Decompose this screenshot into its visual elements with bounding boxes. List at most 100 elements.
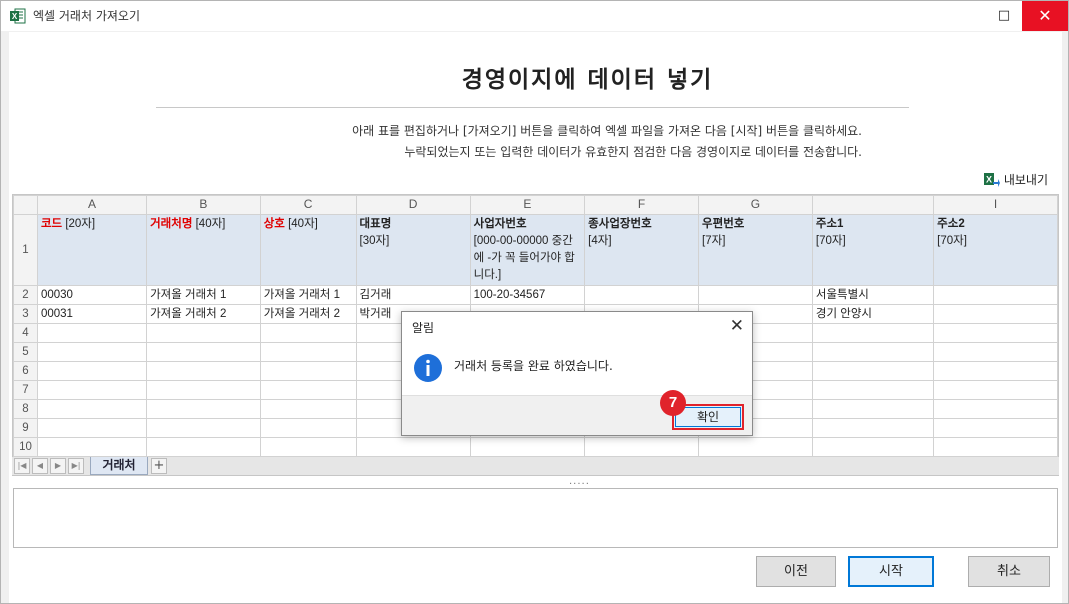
table-cell[interactable] <box>469 437 586 457</box>
column-header[interactable]: A <box>36 195 148 215</box>
row-header[interactable]: 8 <box>13 399 38 419</box>
table-cell[interactable] <box>146 437 261 457</box>
table-cell[interactable] <box>933 418 1058 438</box>
table-cell[interactable] <box>259 380 357 400</box>
table-cell[interactable] <box>584 285 700 305</box>
start-button[interactable]: 시작 <box>848 556 934 587</box>
row-header[interactable]: 3 <box>13 304 38 324</box>
column-header[interactable]: C <box>259 195 357 215</box>
sheet-tab-customers[interactable]: 거래처 <box>90 457 148 475</box>
cancel-button[interactable]: 취소 <box>968 556 1050 587</box>
table-cell[interactable] <box>933 380 1058 400</box>
table-cell[interactable] <box>811 342 935 362</box>
dialog-close-icon[interactable]: ✕ <box>730 316 744 336</box>
table-cell[interactable] <box>146 342 261 362</box>
table-cell[interactable] <box>811 399 935 419</box>
column-header[interactable]: G <box>698 195 813 215</box>
table-cell[interactable] <box>36 418 148 438</box>
add-sheet-button[interactable]: + <box>151 458 167 474</box>
table-cell[interactable]: 00030 <box>36 285 148 305</box>
table-cell[interactable] <box>811 361 935 381</box>
prev-button[interactable]: 이전 <box>756 556 836 587</box>
table-cell[interactable]: 00031 <box>36 304 148 324</box>
table-cell[interactable] <box>933 437 1058 457</box>
row-header[interactable]: 9 <box>13 418 38 438</box>
table-cell[interactable] <box>146 380 261 400</box>
column-header[interactable]: F <box>584 195 700 215</box>
table-cell[interactable]: 가져올 거래처 1 <box>146 285 261 305</box>
table-cell[interactable] <box>36 399 148 419</box>
table-cell[interactable] <box>811 437 935 457</box>
table-cell[interactable] <box>698 437 813 457</box>
column-header[interactable]: I <box>933 195 1058 215</box>
table-cell[interactable] <box>36 323 148 343</box>
table-cell[interactable] <box>933 399 1058 419</box>
column-header[interactable] <box>811 195 935 215</box>
table-cell[interactable]: 100-20-34567 <box>469 285 586 305</box>
table-cell[interactable]: 가져올 거래처 2 <box>146 304 261 324</box>
last-sheet-icon[interactable]: ▶| <box>68 458 84 474</box>
table-cell[interactable] <box>259 361 357 381</box>
column-header[interactable]: B <box>146 195 261 215</box>
table-cell[interactable] <box>146 361 261 381</box>
first-sheet-icon[interactable]: |◀ <box>14 458 30 474</box>
row-header[interactable]: 1 <box>13 214 38 286</box>
header-cell[interactable]: 주소2 [70자] <box>933 214 1058 286</box>
table-cell[interactable] <box>259 437 357 457</box>
row-header[interactable]: 7 <box>13 380 38 400</box>
table-cell[interactable]: 서울특별시 <box>811 285 935 305</box>
header-cell[interactable]: 우편번호 [7자] <box>698 214 813 286</box>
header-cell[interactable]: 종사업장번호 [4자] <box>584 214 700 286</box>
close-button[interactable]: ✕ <box>1022 1 1068 31</box>
row-header[interactable]: 5 <box>13 342 38 362</box>
next-sheet-icon[interactable]: ▶ <box>50 458 66 474</box>
header-cell[interactable]: 대표명 [30자] <box>355 214 471 286</box>
table-cell[interactable] <box>36 342 148 362</box>
header-cell[interactable]: 상호 [40자] <box>259 214 357 286</box>
table-row: 1 코드 [20자] 거래처명 [40자] 상호 [40자] 대표명 [30자] 사업자번… <box>13 214 1058 286</box>
table-cell[interactable] <box>355 437 471 457</box>
table-cell[interactable] <box>36 437 148 457</box>
export-button[interactable]: X 내보내기 <box>983 170 1048 188</box>
table-cell[interactable] <box>811 418 935 438</box>
import-window: X 엑셀 거래처 가져오기 □ ✕ 경영이지에 데이터 넣기 아래 표를 편집하… <box>0 0 1069 604</box>
splitter-handle[interactable]: ..... <box>569 476 590 487</box>
table-cell[interactable] <box>811 323 935 343</box>
table-cell[interactable] <box>933 323 1058 343</box>
table-cell[interactable] <box>933 361 1058 381</box>
column-header[interactable]: E <box>469 195 586 215</box>
table-cell[interactable] <box>811 380 935 400</box>
table-row: 2 00030 가져올 거래처 1 가져올 거래처 1 김거래 100-20-34567 서… <box>13 285 1058 305</box>
table-cell[interactable] <box>698 285 813 305</box>
column-header[interactable]: D <box>355 195 471 215</box>
header-cell[interactable]: 거래처명 [40자] <box>146 214 261 286</box>
table-cell[interactable] <box>259 323 357 343</box>
corner-cell[interactable] <box>13 195 38 215</box>
table-cell[interactable] <box>146 323 261 343</box>
maximize-button[interactable]: □ <box>988 1 1020 31</box>
table-cell[interactable]: 가져올 거래처 2 <box>259 304 357 324</box>
row-header[interactable]: 2 <box>13 285 38 305</box>
table-cell[interactable] <box>146 399 261 419</box>
header-cell[interactable]: 코드 [20자] <box>36 214 148 286</box>
table-cell[interactable] <box>146 418 261 438</box>
table-cell[interactable] <box>584 437 700 457</box>
log-textarea[interactable] <box>13 488 1058 548</box>
table-cell[interactable] <box>259 342 357 362</box>
table-cell[interactable]: 경기 안양시 <box>811 304 935 324</box>
header-cell[interactable]: 사업자번호 [000-00-00000 중간에 -가 꼭 들어가야 합니다.] <box>469 214 586 286</box>
row-header[interactable]: 6 <box>13 361 38 381</box>
row-header[interactable]: 10 <box>13 437 38 457</box>
table-cell[interactable] <box>36 380 148 400</box>
table-cell[interactable] <box>933 342 1058 362</box>
table-cell[interactable] <box>259 418 357 438</box>
table-cell[interactable] <box>36 361 148 381</box>
table-cell[interactable]: 김거래 <box>355 285 471 305</box>
prev-sheet-icon[interactable]: ◀ <box>32 458 48 474</box>
table-cell[interactable] <box>933 304 1058 324</box>
table-cell[interactable]: 가져올 거래처 1 <box>259 285 357 305</box>
table-cell[interactable] <box>259 399 357 419</box>
table-cell[interactable] <box>933 285 1058 305</box>
row-header[interactable]: 4 <box>13 323 38 343</box>
header-cell[interactable]: 주소1 [70자] <box>811 214 935 286</box>
